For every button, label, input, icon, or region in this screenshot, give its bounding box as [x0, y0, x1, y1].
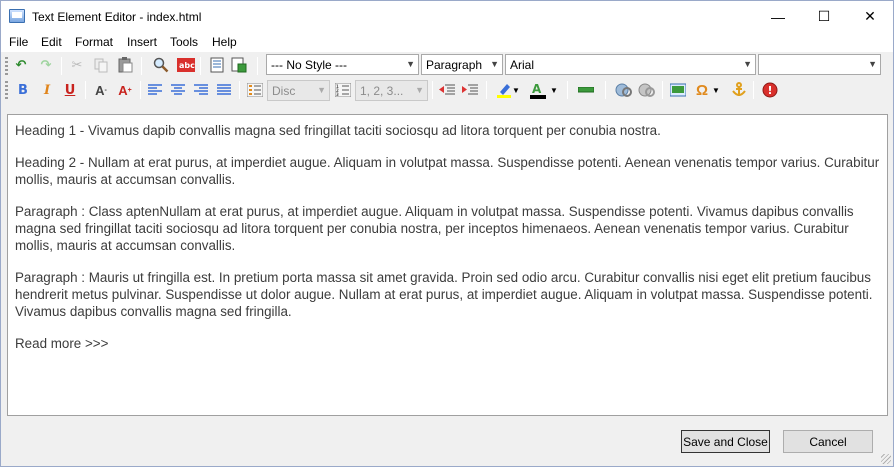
source-view-icon[interactable] [207, 55, 227, 75]
insert-link-icon[interactable] [614, 80, 634, 100]
toolbar-separator [753, 81, 754, 99]
chevron-down-icon[interactable]: ▼ [711, 80, 721, 100]
cancel-button[interactable]: Cancel [783, 430, 873, 453]
find-icon[interactable] [151, 55, 171, 75]
menu-help[interactable]: Help [212, 35, 237, 49]
font-size-select[interactable]: ▼ [758, 54, 881, 75]
remove-link-icon[interactable] [637, 80, 657, 100]
heading-1-paragraph: Heading 1 - Vivamus dapib convallis magn… [15, 123, 661, 138]
toolbar-separator [567, 81, 568, 99]
svg-text:abc: abc [179, 61, 195, 70]
toolbar-separator [486, 81, 487, 99]
save-and-close-button[interactable]: Save and Close [681, 430, 770, 453]
chevron-down-icon: ▼ [490, 59, 499, 69]
toolbar-separator [61, 57, 62, 75]
toolbar-separator [141, 57, 142, 75]
menu-insert[interactable]: Insert [127, 35, 157, 49]
chevron-down-icon: ▼ [415, 85, 424, 95]
menu-tools[interactable]: Tools [170, 35, 198, 49]
special-character-icon[interactable]: Ω [692, 80, 712, 100]
cut-icon[interactable]: ✂ [67, 55, 87, 75]
redo-icon[interactable]: ↷ [36, 55, 56, 75]
block-format-value: Paragraph [426, 58, 483, 72]
chevron-down-icon: ▼ [317, 85, 326, 95]
style-select[interactable]: --- No Style --- ▼ [266, 54, 419, 75]
editor-window: Text Element Editor - index.html — ☐ ✕ F… [0, 0, 894, 467]
toolbar-separator [662, 81, 663, 99]
help-icon[interactable]: ! [760, 80, 780, 100]
title-bar: Text Element Editor - index.html — ☐ ✕ [1, 1, 893, 32]
svg-text:3: 3 [336, 92, 339, 97]
svg-text:!: ! [768, 84, 773, 97]
close-button[interactable]: ✕ [847, 1, 893, 32]
app-icon [9, 9, 25, 23]
toolbar-grip[interactable] [5, 81, 8, 99]
chevron-down-icon: ▼ [406, 59, 415, 69]
align-justify-icon[interactable] [214, 80, 234, 100]
heading-2-paragraph: Heading 2 - Nullam at erat purus, at imp… [15, 155, 880, 187]
insert-image-icon[interactable] [668, 80, 688, 100]
toolbar-separator [257, 57, 258, 75]
align-center-icon[interactable] [168, 80, 188, 100]
bullet-list-icon[interactable] [245, 80, 265, 100]
menu-edit[interactable]: Edit [41, 35, 62, 49]
font-smaller-icon[interactable]: A- [91, 80, 111, 100]
numbered-list-icon[interactable]: 123 [333, 80, 353, 100]
toolbar-separator [432, 81, 433, 99]
list-style-select[interactable]: Disc ▼ [267, 80, 330, 101]
font-family-value: Arial [510, 58, 535, 72]
toolbar-separator [85, 81, 86, 99]
menu-format[interactable]: Format [75, 35, 113, 49]
outdent-icon[interactable] [437, 80, 457, 100]
horizontal-rule-icon[interactable] [576, 80, 596, 100]
read-more-link[interactable]: Read more >>> [15, 335, 881, 352]
style-select-value: --- No Style --- [271, 58, 347, 72]
chevron-down-icon: ▼ [868, 59, 877, 69]
window-title: Text Element Editor - index.html [32, 10, 202, 24]
minimize-button[interactable]: — [755, 1, 801, 32]
toolbar-separator [239, 81, 240, 99]
body-paragraph: Paragraph : Class aptenNullam at erat pu… [15, 204, 854, 253]
copy-icon[interactable] [91, 55, 111, 75]
italic-icon[interactable]: I [37, 80, 57, 100]
underline-icon[interactable]: U [60, 80, 80, 100]
paste-icon[interactable] [115, 55, 135, 75]
chevron-down-icon[interactable]: ▼ [511, 80, 521, 100]
chevron-down-icon: ▼ [743, 59, 752, 69]
toolbar-separator [200, 57, 201, 75]
undo-icon[interactable]: ↶ [11, 55, 31, 75]
numbering-value: 1, 2, 3... [360, 84, 404, 98]
menu-file[interactable]: File [9, 35, 28, 49]
maximize-button[interactable]: ☐ [801, 1, 847, 32]
toolbar-separator [605, 81, 606, 99]
anchor-icon[interactable] [729, 80, 749, 100]
bold-icon[interactable]: B [13, 80, 33, 100]
font-color-icon[interactable]: A [528, 80, 548, 100]
editor-content-area[interactable]: Heading 1 - Vivamus dapib convallis magn… [7, 114, 888, 416]
toolbar-row-1: ↶ ↷ ✂ abc --- No Style --- ▼ Paragraph ▼ A… [1, 53, 893, 79]
toolbar-row-2: B I U A- A + Disc ▼ 123 1, 2, 3... ▼ ▼ A ▼ … [1, 79, 893, 103]
font-larger-icon[interactable]: A + [115, 80, 135, 100]
chevron-down-icon[interactable]: ▼ [549, 80, 559, 100]
list-style-value: Disc [272, 84, 296, 98]
toolbar-grip[interactable] [5, 57, 8, 75]
block-format-select[interactable]: Paragraph ▼ [421, 54, 503, 75]
align-right-icon[interactable] [191, 80, 211, 100]
spellcheck-icon[interactable]: abc [176, 55, 196, 75]
body-paragraph: Paragraph : Mauris ut fringilla est. In … [15, 270, 873, 319]
preview-icon[interactable] [229, 55, 249, 75]
resize-grip[interactable] [881, 454, 891, 464]
font-family-select[interactable]: Arial ▼ [505, 54, 756, 75]
align-left-icon[interactable] [145, 80, 165, 100]
svg-text:A: A [532, 82, 542, 96]
menu-bar: File Edit Format Insert Tools Help [1, 32, 893, 52]
toolbar-separator [140, 81, 141, 99]
indent-icon[interactable] [460, 80, 480, 100]
numbering-select[interactable]: 1, 2, 3... ▼ [355, 80, 428, 101]
